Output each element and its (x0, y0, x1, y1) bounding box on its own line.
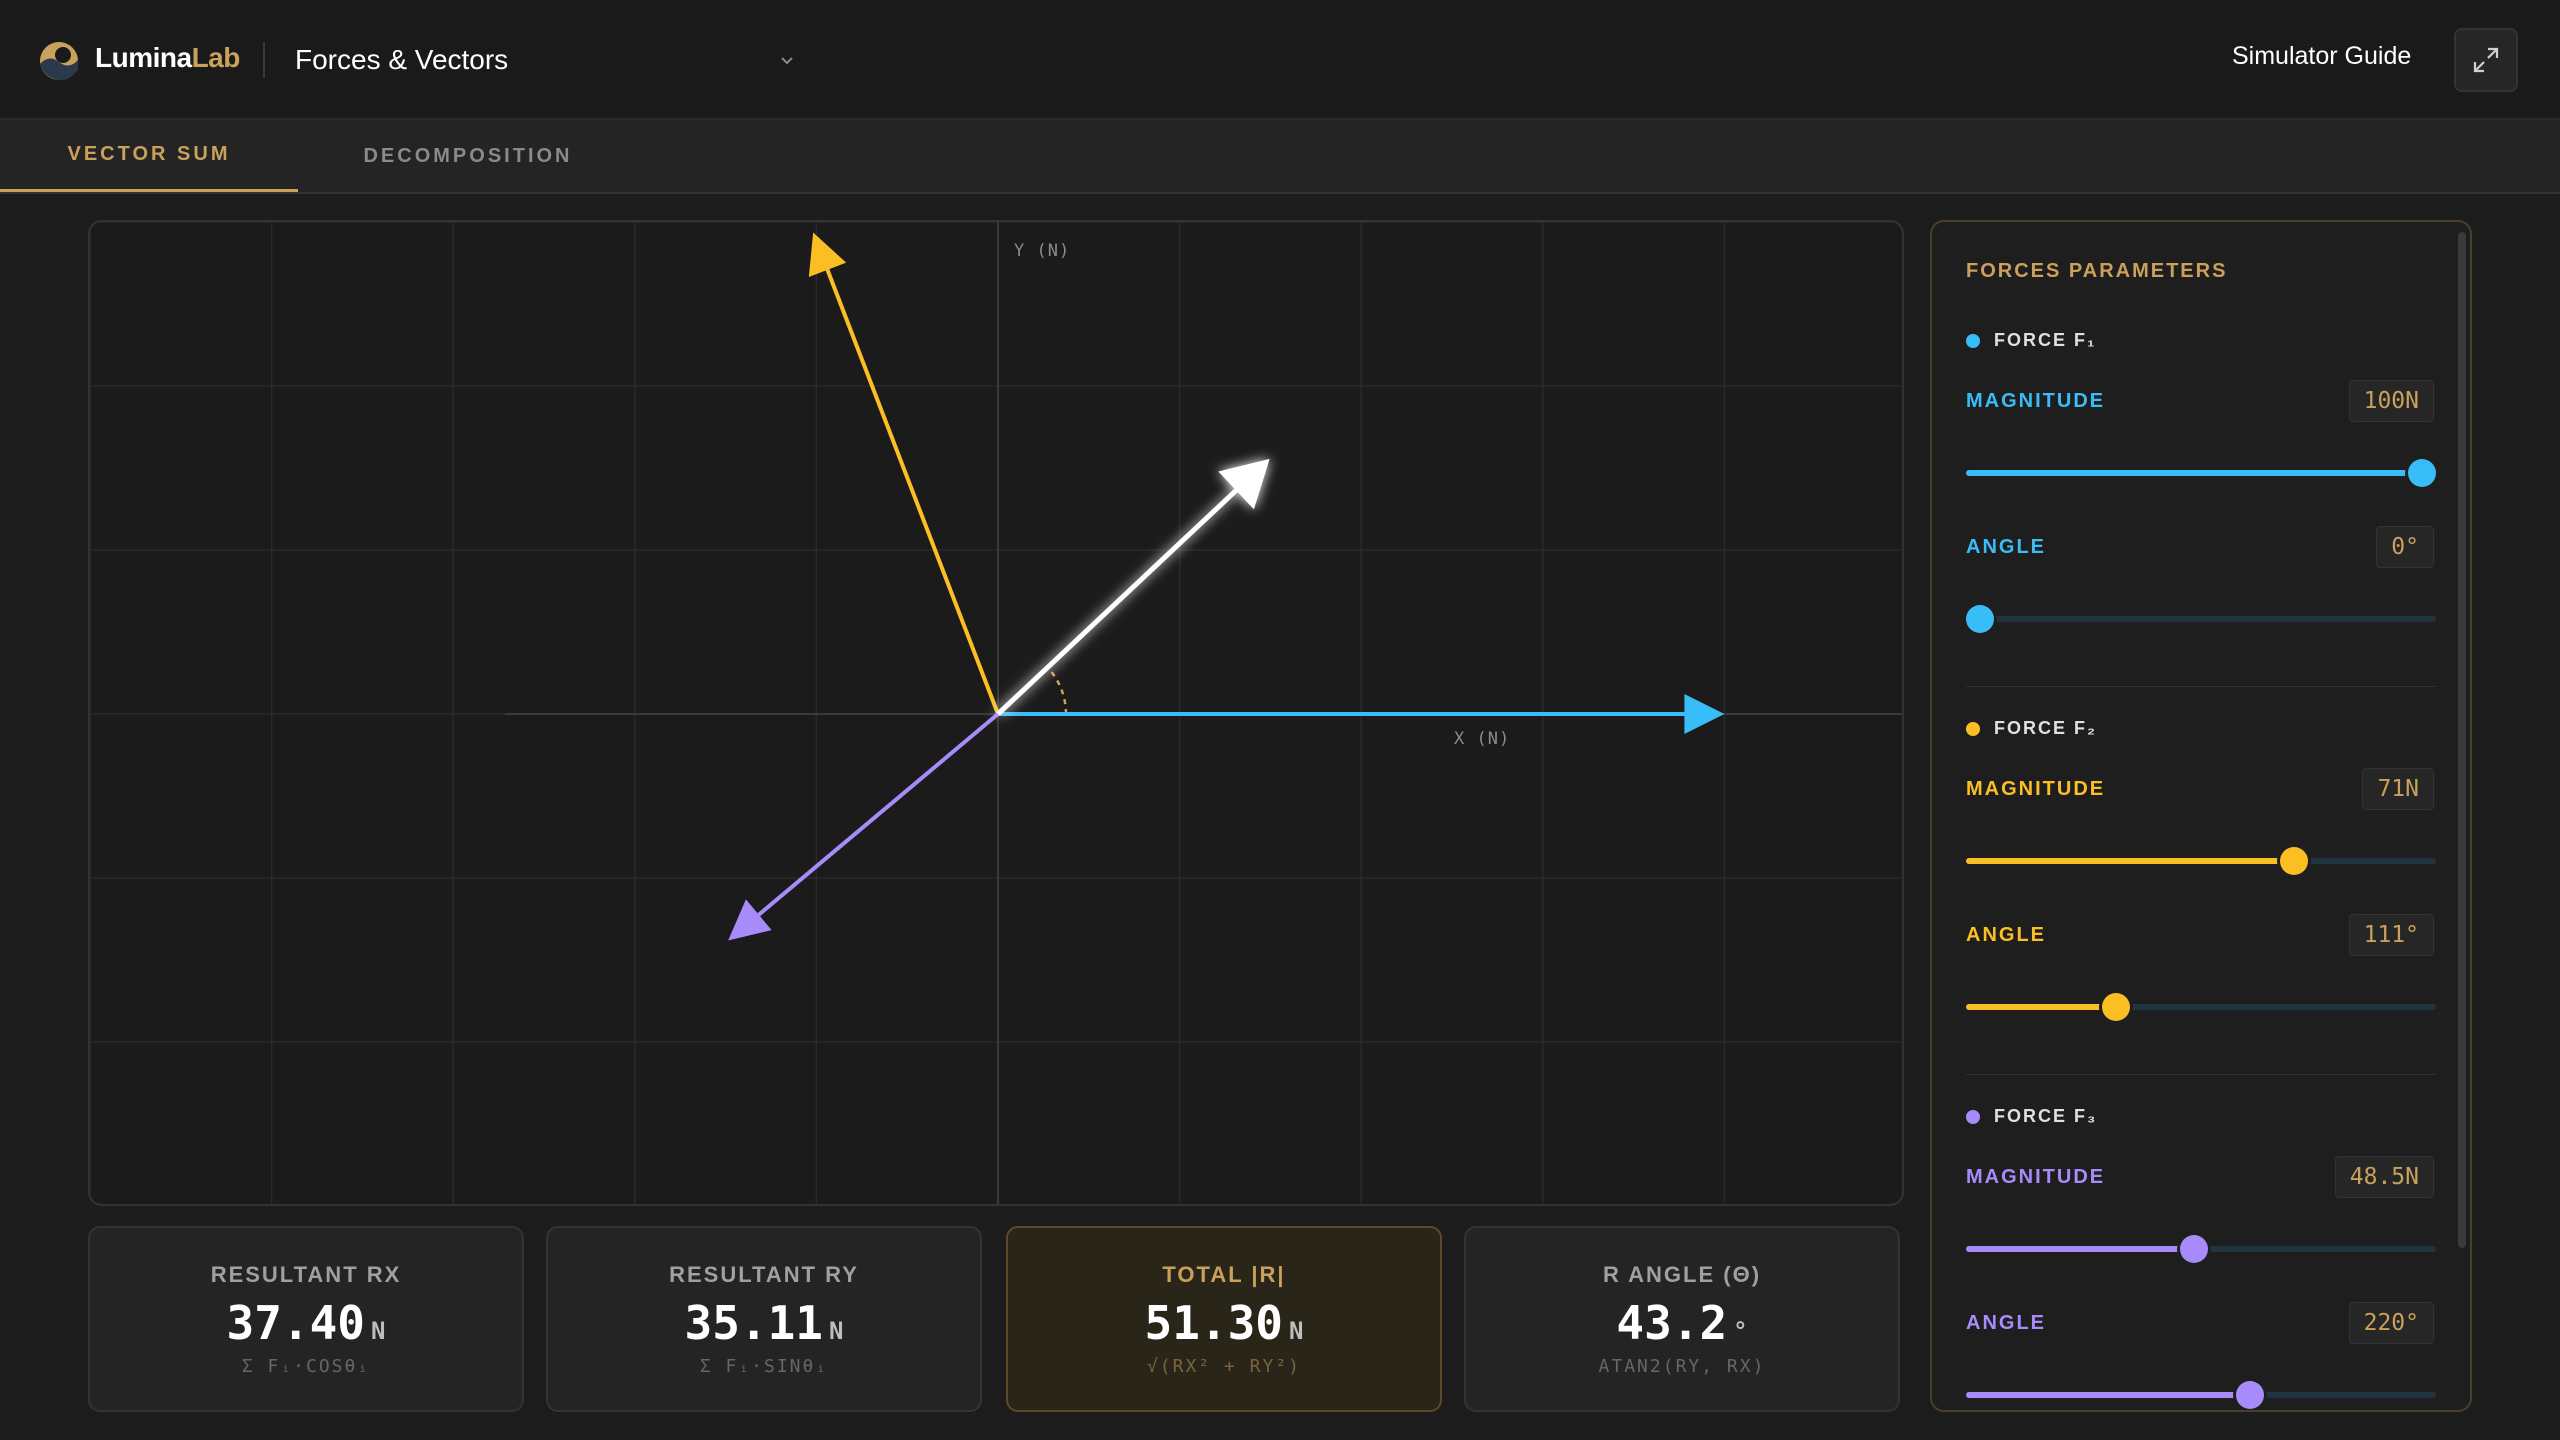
slider-thumb[interactable] (2102, 993, 2131, 1021)
stat-formula: Σ Fᵢ·COSθᵢ (241, 1356, 371, 1377)
vector-f2-shaft (824, 265, 1000, 715)
magnitude-label: MAGNITUDE (1966, 1166, 2106, 1188)
vector-f2-arrow (808, 232, 1000, 715)
angle-label: ANGLE (1966, 536, 2046, 558)
angle-slider[interactable] (1966, 988, 2436, 1024)
x-axis-label: X (N) (1454, 729, 1510, 749)
slider-thumb[interactable] (2279, 847, 2308, 875)
panel-title: FORCES PARAMETERS (1966, 260, 2228, 282)
force-name: FORCE F₂ (1994, 718, 2097, 738)
vector-f3-shaft (754, 712, 1000, 919)
force-separator (1966, 1074, 2436, 1075)
stat-value-number: 37.40 (226, 1296, 366, 1350)
stat-label: RESULTANT RX (210, 1262, 402, 1287)
stat-label: R ANGLE (Θ) (1602, 1262, 1762, 1287)
stat-value-number: 43.2 (1616, 1296, 1728, 1350)
slider-fill (1966, 470, 2422, 476)
stat-value-number: 35.11 (684, 1296, 824, 1350)
header-divider (263, 42, 265, 78)
forces-parameters-panel: FORCES PARAMETERS FORCE F₁ MAGNITUDE 100… (1930, 220, 2472, 1412)
stat-unit: ° (1733, 1317, 1748, 1345)
force-color-dot (1966, 1109, 1980, 1124)
slider-fill (1966, 1246, 2195, 1252)
angle-label: ANGLE (1966, 1312, 2046, 1334)
slider-fill (1966, 858, 2294, 864)
tab-vector-sum[interactable]: VECTOR SUM (0, 120, 298, 192)
resultant-angle-arc (1046, 666, 1068, 715)
resultant-ry-card: RESULTANT RY 35.11 N Σ Fᵢ·SINθᵢ (546, 1226, 982, 1412)
angle-label: ANGLE (1966, 924, 2046, 946)
panel-scrollbar[interactable] (2458, 232, 2466, 1248)
slider-thumb[interactable] (2408, 459, 2436, 487)
stat-value: 37.40 N (90, 1296, 522, 1350)
angle-value[interactable]: 111° (2348, 914, 2434, 956)
force-f3-header: FORCE F₃ (1966, 1106, 2097, 1127)
vector-r-arrow (996, 458, 1270, 716)
stat-unit: N (371, 1317, 386, 1345)
slider-thumb[interactable] (2180, 1235, 2209, 1263)
stat-formula: Σ Fᵢ·SINθᵢ (699, 1356, 829, 1377)
simulator-guide-button[interactable]: Simulator Guide (2232, 42, 2411, 71)
angle-value[interactable]: 220° (2348, 1302, 2434, 1344)
brand-name-part1: Lumina (95, 42, 192, 73)
force-f1-header: FORCE F₁ (1966, 330, 2096, 351)
stat-value-number: 51.30 (1144, 1296, 1284, 1350)
magnitude-label: MAGNITUDE (1966, 390, 2106, 412)
total-resultant-card: TOTAL |R| 51.30 N √(RX² + RY²) (1006, 1226, 1442, 1412)
magnitude-value[interactable]: 48.5N (2334, 1156, 2434, 1198)
vector-f3-arrow (728, 712, 1000, 941)
slider-thumb[interactable] (2236, 1381, 2265, 1409)
vector-r-shaft (996, 485, 1241, 716)
force-name: FORCE F₁ (1994, 330, 2097, 350)
angle-slider[interactable] (1966, 1376, 2436, 1410)
force-f2-header: FORCE F₂ (1966, 718, 2097, 739)
project-title: Forces & Vectors (295, 44, 509, 75)
tab-decomposition[interactable]: DECOMPOSITION (298, 120, 638, 192)
stat-value: 43.2 ° (1466, 1296, 1898, 1350)
stat-unit: N (1289, 1317, 1304, 1345)
lumina-logo-icon (40, 42, 78, 81)
stat-value: 35.11 N (548, 1296, 980, 1350)
magnitude-label: MAGNITUDE (1966, 778, 2106, 800)
vector-graph: Y (N) X (N) (90, 222, 1902, 1204)
magnitude-value[interactable]: 71N (2362, 768, 2434, 810)
vector-f1-head (1684, 694, 1725, 734)
force-color-dot (1966, 721, 1980, 736)
angle-slider[interactable] (1966, 600, 2436, 636)
stat-label: RESULTANT RY (669, 1262, 859, 1287)
tab-bar: VECTOR SUM DECOMPOSITION (0, 120, 2560, 194)
project-selector[interactable]: Forces & Vectors (295, 36, 795, 84)
vector-f3-head (728, 899, 772, 941)
magnitude-slider[interactable] (1966, 1230, 2436, 1266)
magnitude-value[interactable]: 100N (2348, 380, 2434, 422)
force-name: FORCE F₃ (1994, 1106, 2098, 1126)
chevron-down-icon (781, 57, 793, 65)
slider-fill (1966, 1392, 2251, 1398)
expand-button[interactable] (2454, 28, 2518, 92)
resultant-rx-card: RESULTANT RX 37.40 N Σ Fᵢ·COSθᵢ (88, 1226, 524, 1412)
y-axis-label: Y (N) (1014, 241, 1070, 261)
vector-canvas[interactable]: Y (N) X (N) (88, 220, 1904, 1206)
stat-unit: N (829, 1317, 844, 1345)
magnitude-slider[interactable] (1966, 454, 2436, 490)
app-header: LuminaLab Forces & Vectors Simulator Gui… (0, 0, 2560, 120)
stat-label: TOTAL |R| (1162, 1262, 1286, 1287)
stat-formula: √(RX² + RY²) (1146, 1356, 1302, 1377)
slider-track (1966, 616, 2436, 622)
resultant-angle-card: R ANGLE (Θ) 43.2 ° ATAN2(RY, RX) (1464, 1226, 1900, 1412)
force-color-dot (1966, 333, 1980, 348)
slider-thumb[interactable] (1966, 605, 1994, 633)
brand-name[interactable]: LuminaLab (95, 42, 240, 74)
force-separator (1966, 686, 2436, 687)
magnitude-slider[interactable] (1966, 842, 2436, 878)
stat-formula: ATAN2(RY, RX) (1598, 1356, 1766, 1377)
stat-value: 51.30 N (1008, 1296, 1440, 1350)
expand-icon (2473, 47, 2499, 73)
slider-fill (1966, 1004, 2117, 1010)
brand-name-part2: Lab (191, 42, 241, 73)
angle-value[interactable]: 0° (2376, 526, 2434, 568)
